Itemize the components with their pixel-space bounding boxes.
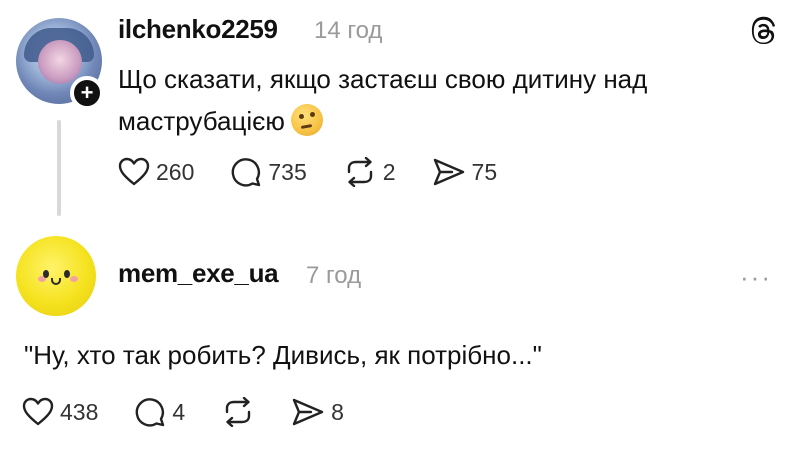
avatar-face: [38, 40, 82, 84]
repost-icon: [347, 157, 372, 187]
like-count: 260: [156, 158, 195, 185]
comment-icon: [136, 398, 165, 427]
share-count: 8: [331, 398, 344, 425]
reply-text: "Ну, хто так робить? Дивись, як потрібно…: [24, 340, 542, 370]
avatar-mouth: [51, 278, 61, 285]
share-count: 75: [471, 158, 498, 185]
like-button[interactable]: 260: [118, 157, 194, 187]
post-time: 14 год: [314, 17, 383, 44]
more-icon[interactable]: ···: [740, 262, 772, 293]
repost-count: 2: [382, 158, 396, 185]
follow-button[interactable]: +: [70, 76, 104, 110]
avatar-cheek: [70, 276, 78, 282]
like-count: 438: [60, 398, 99, 425]
heart-icon: [118, 157, 150, 186]
avatar-eye: [64, 270, 70, 278]
comment-button[interactable]: 735: [230, 156, 307, 188]
share-button[interactable]: 75: [432, 157, 498, 187]
repost-icon: [225, 397, 251, 427]
thinking-face-icon: [290, 104, 323, 136]
thread-line: [57, 120, 61, 216]
repost-button[interactable]: 2: [343, 157, 396, 187]
post-username[interactable]: ilchenko2259: [118, 14, 278, 45]
reply-username[interactable]: mem_exe_ua: [118, 258, 279, 289]
share-icon: [292, 398, 324, 426]
comment-count: 735: [268, 158, 307, 185]
comment-icon: [232, 158, 261, 187]
comment-count: 4: [172, 398, 186, 425]
comment-button[interactable]: 4: [134, 396, 185, 428]
heart-icon: [22, 397, 54, 426]
post-text-content: Що сказати, якщо застаєш свою дитину над…: [118, 64, 648, 136]
reply-actions: 438 4 8: [22, 396, 380, 428]
post-actions: 260 735 2 75: [118, 156, 533, 188]
repost-button[interactable]: [221, 397, 255, 427]
like-button[interactable]: 438: [22, 397, 98, 427]
threads-logo-icon: [751, 16, 776, 45]
reply-avatar[interactable]: [16, 236, 96, 316]
share-icon: [433, 158, 464, 186]
share-button[interactable]: 8: [291, 397, 344, 427]
reply-time: 7 год: [306, 262, 362, 289]
post-text: Що сказати, якщо застаєш свою дитину над…: [118, 58, 758, 142]
avatar-eye: [43, 270, 49, 278]
